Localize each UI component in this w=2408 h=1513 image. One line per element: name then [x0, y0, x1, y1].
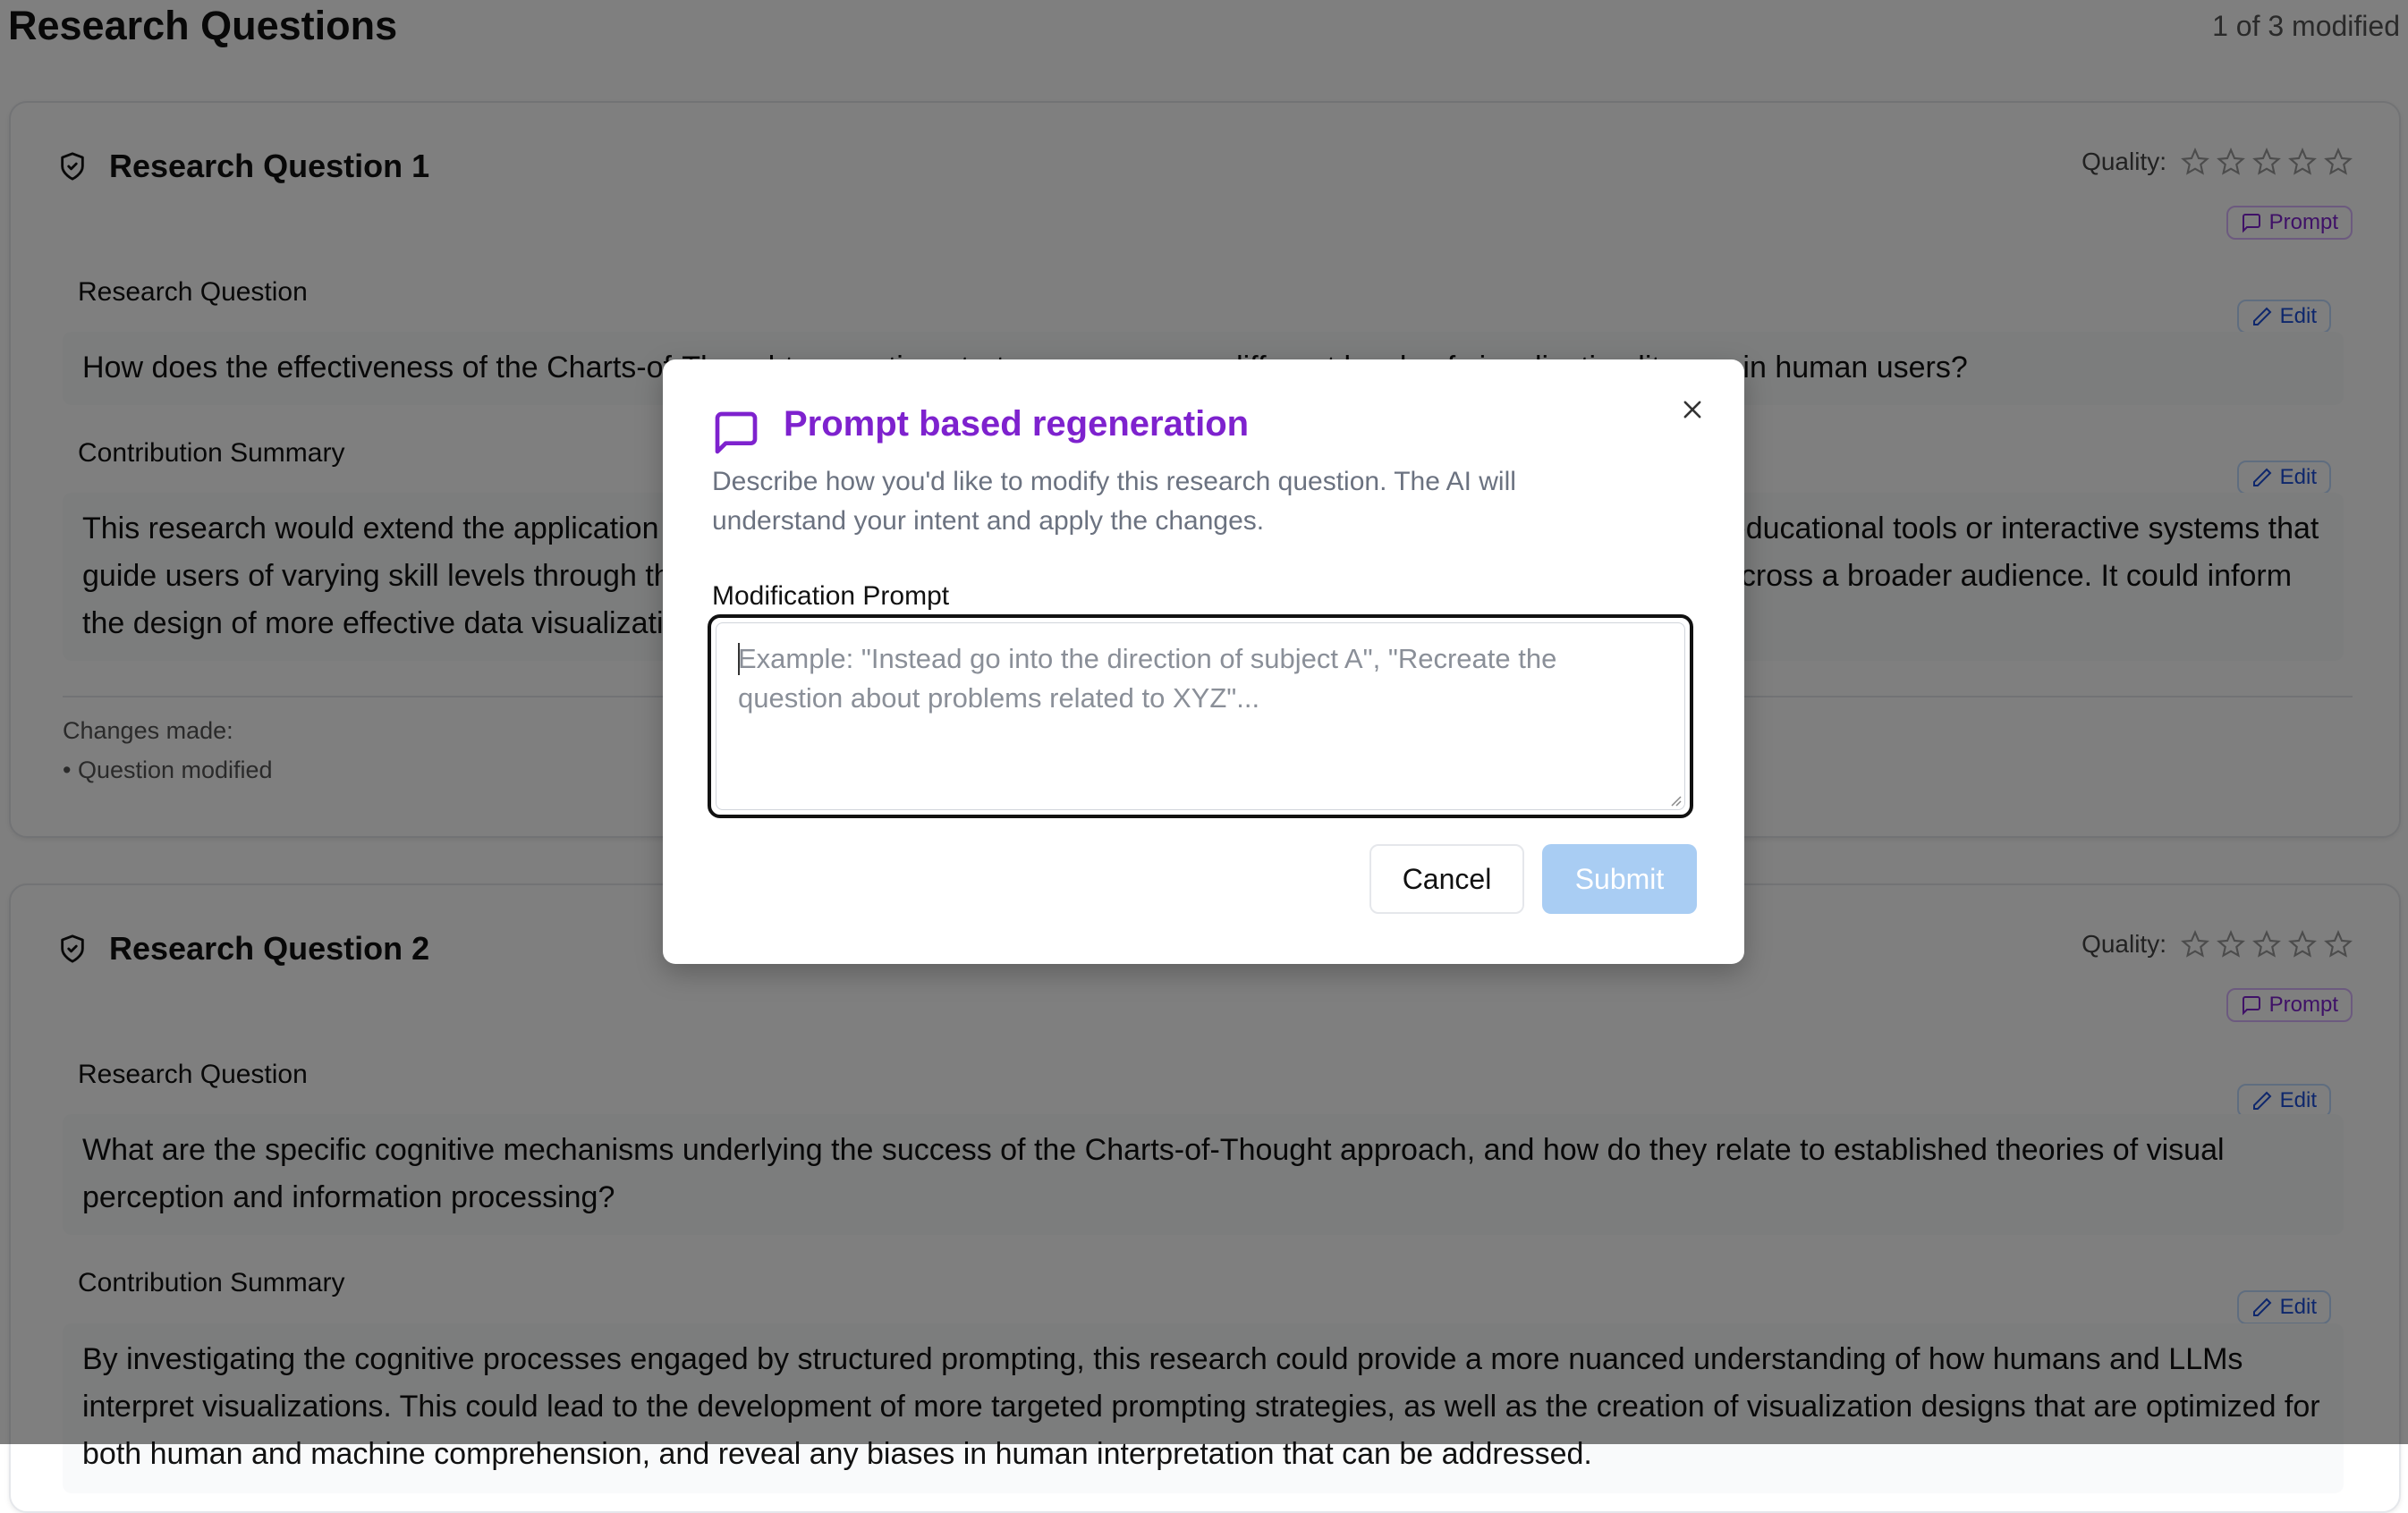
- prompt-regeneration-dialog: Prompt based regeneration Describe how y…: [663, 359, 1744, 964]
- dialog-title: Prompt based regeneration: [784, 404, 1250, 444]
- resize-handle-icon[interactable]: [1668, 793, 1683, 807]
- modification-prompt-label: Modification Prompt: [712, 581, 950, 611]
- close-button[interactable]: [1675, 392, 1710, 427]
- dialog-description: Describe how you'd like to modify this r…: [712, 467, 1516, 536]
- modification-prompt-textarea[interactable]: Example: "Instead go into the direction …: [708, 614, 1693, 818]
- message-square-icon: [715, 411, 758, 454]
- submit-button[interactable]: Submit: [1542, 844, 1697, 914]
- textarea-placeholder: Example: "Instead go into the direction …: [738, 643, 1557, 714]
- cancel-button[interactable]: Cancel: [1369, 844, 1524, 914]
- close-icon: [1683, 401, 1701, 418]
- text-caret: [738, 643, 740, 675]
